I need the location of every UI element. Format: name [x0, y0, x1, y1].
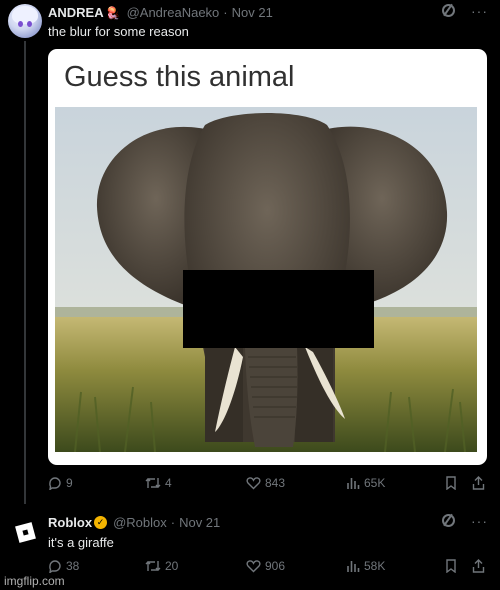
- tweet-text: it's a giraffe: [48, 535, 114, 550]
- share-button[interactable]: [472, 559, 485, 573]
- tweet-top-actions: ···: [442, 514, 488, 528]
- share-icon: [472, 559, 485, 573]
- views-button[interactable]: 58K: [346, 559, 385, 573]
- censor-bar: [183, 270, 374, 348]
- tweet-roblox[interactable]: Roblox ✓ @Roblox · Nov 21 ··· it's a gir…: [0, 505, 500, 590]
- grok-icon[interactable]: [442, 514, 455, 527]
- bookmark-icon: [446, 559, 456, 573]
- author-name[interactable]: ANDREA: [48, 5, 104, 20]
- tweet-actions: 38 20 906 58K: [48, 559, 488, 579]
- reply-button[interactable]: 38: [48, 559, 79, 573]
- bookmark-button[interactable]: [445, 476, 457, 490]
- jellyfish-icon: 🪼: [105, 5, 121, 20]
- repost-button[interactable]: 20: [145, 559, 178, 573]
- more-icon[interactable]: ···: [471, 4, 488, 18]
- repost-icon: [145, 561, 161, 571]
- more-icon[interactable]: ···: [471, 514, 488, 528]
- reply-button[interactable]: 9: [48, 476, 73, 490]
- watermark: imgflip.com: [4, 574, 65, 588]
- like-count: 843: [265, 476, 286, 490]
- tweet-date[interactable]: Nov 21: [179, 515, 220, 530]
- avatar-eye-right: [27, 21, 32, 27]
- tweet-text: the blur for some reason: [48, 24, 189, 39]
- tweet-date[interactable]: Nov 21: [232, 5, 273, 20]
- elephant-photo[interactable]: [55, 107, 477, 452]
- repost-button[interactable]: 4: [145, 476, 172, 490]
- author-handle[interactable]: @Roblox: [113, 515, 167, 530]
- tweet-media[interactable]: Guess this animal: [48, 49, 487, 465]
- bookmark-button[interactable]: [445, 559, 457, 573]
- views-icon: [347, 561, 360, 572]
- reply-count: 38: [66, 559, 80, 573]
- view-count: 58K: [364, 559, 386, 573]
- media-title: Guess this animal: [64, 61, 295, 93]
- avatar-hair: [12, 6, 38, 24]
- roblox-logo-icon: [14, 521, 36, 543]
- verified-badge-icon: ✓: [94, 516, 108, 529]
- author-name[interactable]: Roblox: [48, 515, 92, 530]
- tweet-header: ANDREA 🪼 @AndreaNaeko · Nov 21: [48, 5, 273, 20]
- like-button[interactable]: 843: [246, 476, 285, 490]
- like-button[interactable]: 906: [246, 559, 285, 573]
- grok-icon[interactable]: [442, 4, 455, 17]
- author-handle[interactable]: @AndreaNaeko: [127, 5, 220, 20]
- repost-count: 20: [165, 559, 179, 573]
- tweet-top-actions: ···: [442, 4, 488, 18]
- reply-count: 9: [66, 476, 73, 490]
- separator: ·: [223, 5, 228, 20]
- bookmark-icon: [446, 476, 456, 490]
- avatar[interactable]: [8, 515, 42, 549]
- repost-count: 4: [165, 476, 172, 490]
- avatar[interactable]: [8, 4, 42, 38]
- tweet-actions: 9 4 843 65K: [48, 476, 488, 496]
- like-icon: [246, 477, 261, 490]
- tweet-header: Roblox ✓ @Roblox · Nov 21: [48, 515, 220, 530]
- views-icon: [347, 478, 360, 489]
- separator: ·: [170, 515, 176, 530]
- tweet-andrea[interactable]: ANDREA 🪼 @AndreaNaeko · Nov 21 ··· the b…: [0, 0, 500, 504]
- reply-icon: [49, 477, 61, 490]
- thread-line: [24, 41, 26, 504]
- avatar-eye-left: [18, 21, 23, 27]
- share-icon: [472, 476, 485, 490]
- like-icon: [246, 560, 261, 573]
- like-count: 906: [265, 559, 286, 573]
- reply-icon: [49, 560, 61, 573]
- views-button[interactable]: 65K: [346, 476, 385, 490]
- repost-icon: [145, 478, 161, 488]
- view-count: 65K: [364, 476, 386, 490]
- share-button[interactable]: [472, 476, 485, 490]
